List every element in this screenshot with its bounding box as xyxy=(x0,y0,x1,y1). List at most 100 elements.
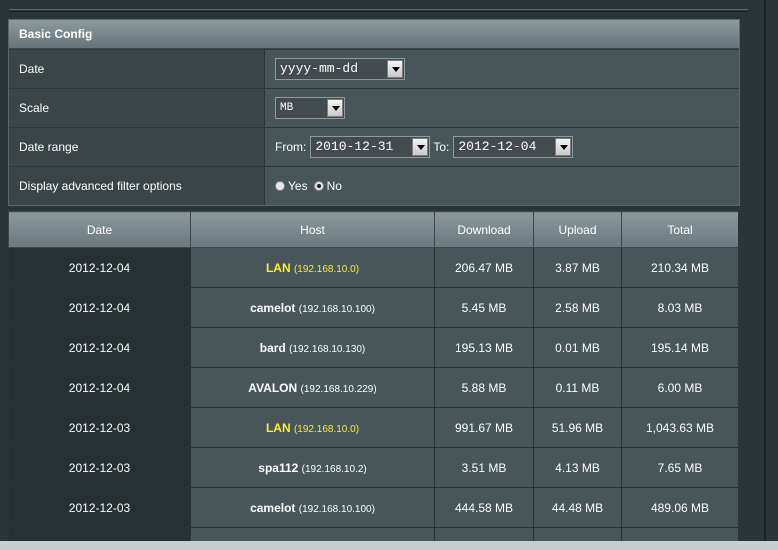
table-row: 2012-12-04 camelot (192.168.10.100) 5.45 M… xyxy=(8,287,738,328)
advanced-no-radio[interactable] xyxy=(313,181,324,191)
row-date: 2012-12-04 xyxy=(8,367,191,408)
right-edge xyxy=(764,0,766,541)
row-total: 8.03 MB xyxy=(621,287,738,328)
chevron-down-icon[interactable] xyxy=(387,60,403,78)
table-row: 2012-12-03 spa112 (192.168.10.2) 3.51 MB 4.… xyxy=(8,447,738,488)
host-name: spa112 xyxy=(258,460,299,475)
table-header-row: Date Host Download Upload Total xyxy=(8,211,738,248)
host-name: camelot xyxy=(250,300,296,315)
row-date: 2012-12-04 xyxy=(8,247,191,288)
row-date: 2012-12-04 xyxy=(8,327,191,368)
row-download: 444.58 MB xyxy=(434,487,534,528)
column-header-upload[interactable]: Upload xyxy=(533,211,622,248)
row-date: 2012-12-03 xyxy=(8,487,191,528)
row-download: 5.45 MB xyxy=(434,287,534,328)
row-total: 2.65 MB xyxy=(621,527,738,541)
to-date-value: 2012-12-04 xyxy=(458,139,537,154)
table-row: 2012-12-03 camelot (192.168.10.100) 444.58… xyxy=(8,487,738,528)
row-download: 195.13 MB xyxy=(434,327,534,368)
row-total: 6.00 MB xyxy=(621,367,738,408)
date-format-label: Date xyxy=(9,50,265,88)
row-total: 210.34 MB xyxy=(621,247,738,288)
row-date: 2012-12-04 xyxy=(8,287,191,328)
row-download: 991.67 MB xyxy=(434,407,534,448)
row-host: LAN (192.168.10.0) xyxy=(190,407,435,448)
row-host: spa112 (192.168.10.2) xyxy=(190,447,435,488)
column-header-download[interactable]: Download xyxy=(434,211,534,248)
table-row: 2012-12-04 bard (192.168.10.130) 195.13 MB… xyxy=(8,327,738,368)
host-ip: (192.168.10.130) xyxy=(289,343,366,355)
row-host: camelot (192.168.10.100) xyxy=(190,487,435,528)
table-row: 2012-12-03 LAN (192.168.10.0) 991.67 MB 51.… xyxy=(8,407,738,448)
row-upload: 44.48 MB xyxy=(533,487,622,528)
row-download: 0.04 MB xyxy=(434,527,534,541)
host-ip: (192.168.10.100) xyxy=(298,303,375,315)
date-format-row: Date yyyy-mm-dd xyxy=(9,49,739,88)
row-host: bard (192.168.10.130) xyxy=(190,327,435,368)
row-host: ubuntu-dev (192.168.10.106) xyxy=(190,527,435,541)
advanced-yes-radio[interactable] xyxy=(275,181,285,191)
row-total: 7.65 MB xyxy=(621,447,738,488)
column-header-date[interactable]: Date xyxy=(8,211,191,248)
column-header-total[interactable]: Total xyxy=(621,211,738,248)
row-upload: 0.01 MB xyxy=(533,327,622,368)
window-bottom-bar xyxy=(0,541,778,550)
chevron-down-icon[interactable] xyxy=(327,99,343,117)
host-name: camelot xyxy=(250,500,296,515)
row-upload: 3.87 MB xyxy=(533,247,622,288)
row-host: camelot (192.168.10.100) xyxy=(190,287,435,328)
host-name: AVALON xyxy=(248,380,298,395)
traffic-table: Date Host Download Upload Total 2012-12-… xyxy=(8,211,738,541)
row-download: 206.47 MB xyxy=(434,247,534,288)
row-host: LAN (192.168.10.0) xyxy=(190,247,435,288)
table-row: 2012-12-04 LAN (192.168.10.0) 206.47 MB 3.8… xyxy=(8,247,738,288)
date-format-select[interactable]: yyyy-mm-dd xyxy=(275,58,405,80)
row-total: 195.14 MB xyxy=(621,327,738,368)
scale-value: MB xyxy=(280,102,294,114)
advanced-no-label[interactable]: No xyxy=(327,179,342,193)
row-upload: 2.58 MB xyxy=(533,287,622,328)
host-ip: (192.168.10.229) xyxy=(300,383,377,395)
host-name: bard xyxy=(259,340,286,355)
row-date: 2012-12-03 xyxy=(8,447,191,488)
row-upload: 0.11 MB xyxy=(533,367,622,408)
host-ip: (192.168.10.100) xyxy=(298,503,375,515)
row-date: 2012-12-03 xyxy=(8,407,191,448)
scale-row: Scale MB xyxy=(9,88,739,127)
host-ip: (192.168.10.0) xyxy=(293,263,360,275)
row-upload: 4.13 MB xyxy=(533,447,622,488)
row-total: 489.06 MB xyxy=(621,487,738,528)
scale-select[interactable]: MB xyxy=(275,97,345,119)
row-download: 5.88 MB xyxy=(434,367,534,408)
row-upload: 2.61 MB xyxy=(533,527,622,541)
panel-title: Basic Config xyxy=(9,20,739,49)
column-header-host[interactable]: Host xyxy=(190,211,435,248)
table-row: 2012-12-04 AVALON (192.168.10.229) 5.88 MB… xyxy=(8,367,738,408)
from-date-value: 2010-12-31 xyxy=(315,139,394,154)
advanced-filter-label: Display advanced filter options xyxy=(9,167,265,205)
top-divider xyxy=(9,9,748,10)
row-date: 2012-12-03 xyxy=(8,527,191,541)
to-date-select[interactable]: 2012-12-04 xyxy=(453,136,574,158)
advanced-filter-row: Display advanced filter options Yes No xyxy=(9,166,739,205)
date-format-value: yyyy-mm-dd xyxy=(280,61,359,76)
host-name: LAN xyxy=(265,420,291,435)
scale-label: Scale xyxy=(9,89,265,127)
row-download: 3.51 MB xyxy=(434,447,534,488)
row-total: 1,043.63 MB xyxy=(621,407,738,448)
host-name: LAN xyxy=(265,260,291,275)
from-date-select[interactable]: 2010-12-31 xyxy=(310,136,431,158)
table-row: 2012-12-03ubuntu-dev (192.168.10.106)0.0… xyxy=(8,527,738,541)
basic-config-panel: Basic Config Date yyyy-mm-dd Scale MB Da… xyxy=(8,19,740,206)
to-label: To: xyxy=(433,140,450,154)
top-divider-shadow xyxy=(9,11,748,12)
date-range-row: Date range From: 2010-12-31 To: 2012-12-… xyxy=(9,127,739,166)
row-upload: 51.96 MB xyxy=(533,407,622,448)
traffic-table-container: Date Host Download Upload Total 2012-12-… xyxy=(8,211,738,541)
advanced-yes-label[interactable]: Yes xyxy=(288,179,308,193)
host-ip: (192.168.10.0) xyxy=(293,423,360,435)
chevron-down-icon[interactable] xyxy=(412,138,429,156)
chevron-down-icon[interactable] xyxy=(555,138,572,156)
host-ip: (192.168.10.2) xyxy=(301,463,367,475)
date-range-label: Date range xyxy=(9,128,265,166)
